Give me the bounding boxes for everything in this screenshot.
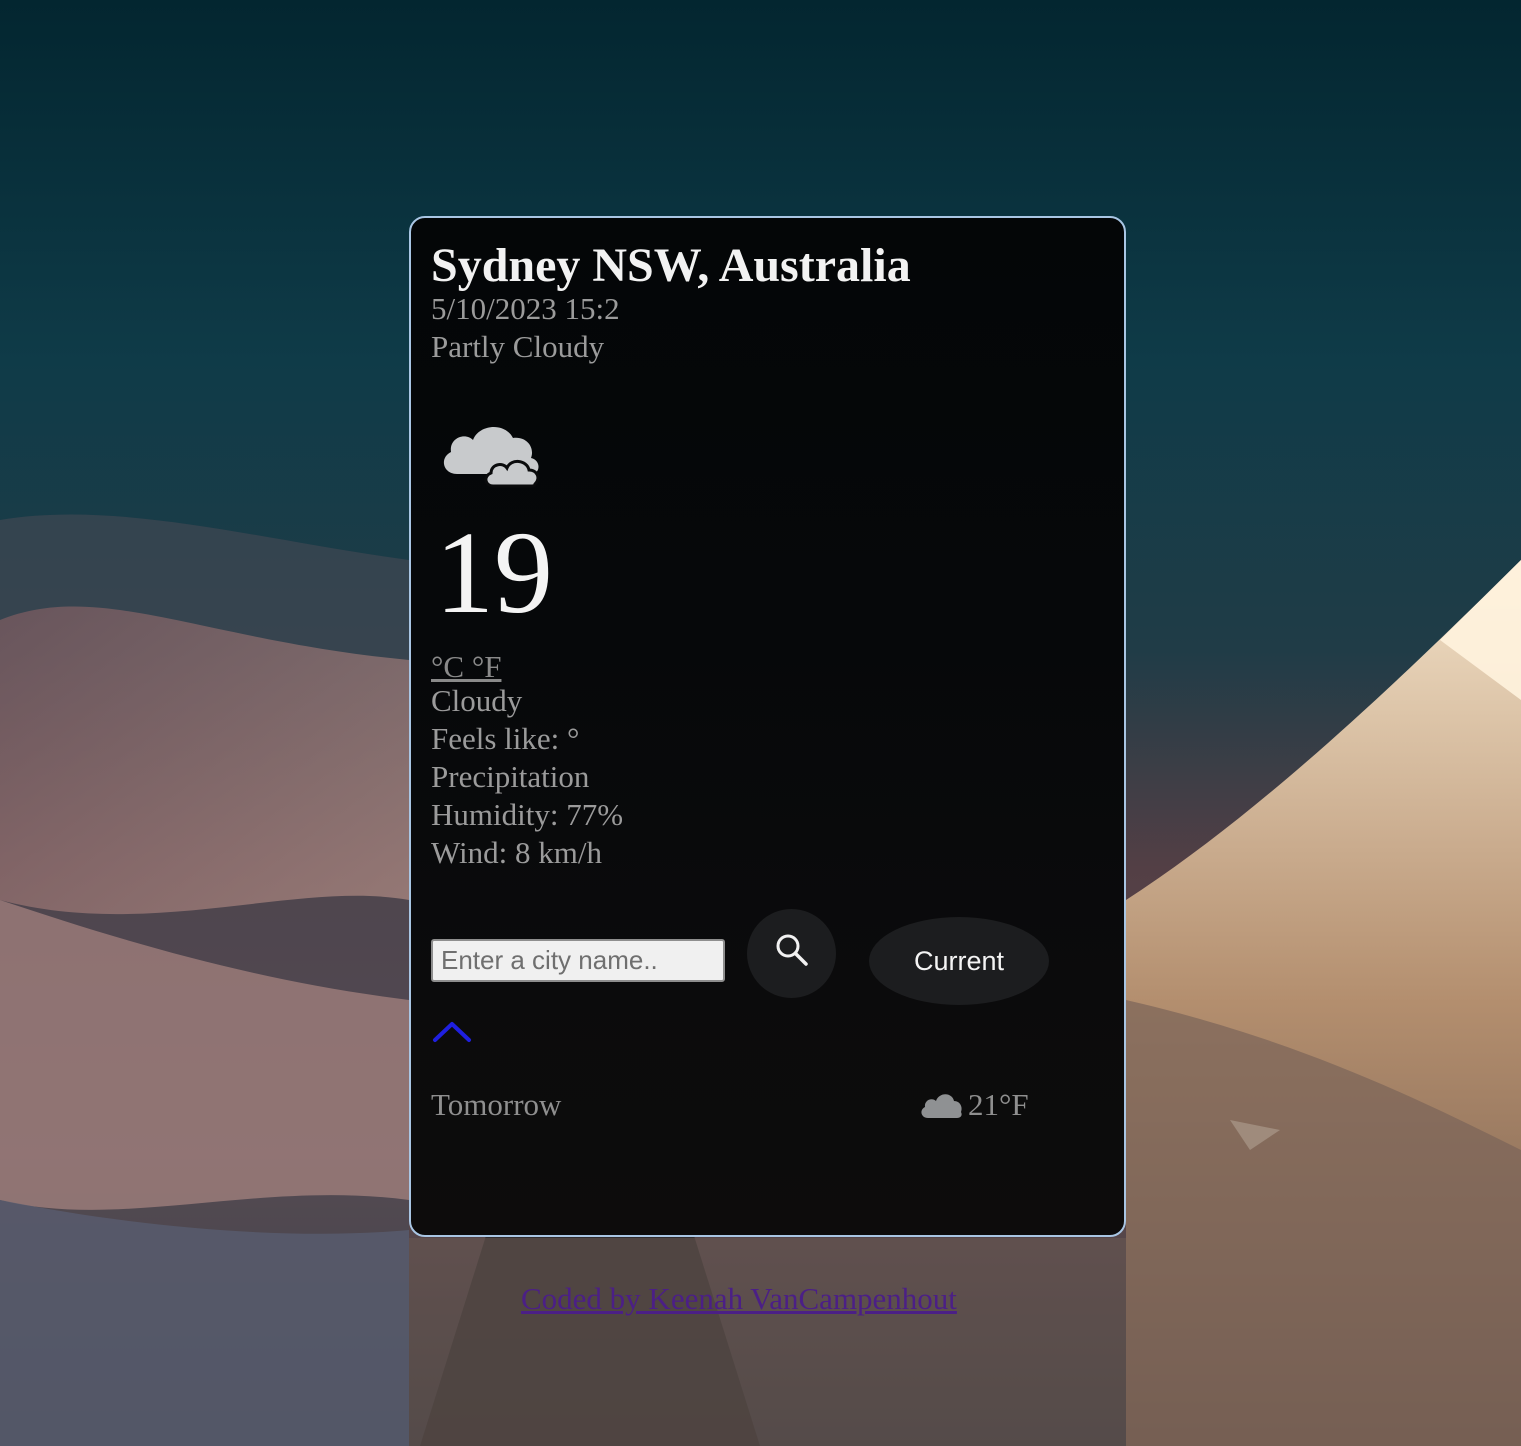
chevron-up-icon[interactable]: [431, 1018, 473, 1048]
city-name: Sydney NSW, Australia: [431, 239, 911, 292]
precipitation-text: Precipitation: [431, 759, 590, 794]
search-button[interactable]: [747, 909, 836, 998]
city-search-input[interactable]: [431, 939, 725, 982]
wind-text: Wind: 8 km/h: [431, 835, 602, 870]
search-icon: [776, 934, 808, 966]
humidity-text: Humidity: 77%: [431, 797, 624, 832]
unit-toggle[interactable]: °C °F: [431, 648, 501, 686]
author-credit-link[interactable]: Coded by Keenah VanCampenhout: [521, 1280, 957, 1318]
weather-card: Sydney NSW, Australia 5/10/2023 15:2 Par…: [409, 216, 1126, 1237]
current-location-button[interactable]: Current: [869, 917, 1049, 1005]
cloud-icon: [921, 1094, 962, 1118]
feels-like-text: Feels like: °: [431, 721, 580, 756]
condition-text: Cloudy: [431, 683, 523, 718]
forecast-temperature: 21°F: [968, 1087, 1029, 1122]
cloudy-icon: [443, 426, 540, 488]
weather-description: Partly Cloudy: [431, 329, 605, 364]
date-time: 5/10/2023 15:2: [431, 291, 620, 326]
unit-links[interactable]: °C °F: [431, 649, 501, 684]
temperature-value: 19: [435, 507, 553, 638]
forecast-day-label: Tomorrow: [431, 1087, 562, 1122]
